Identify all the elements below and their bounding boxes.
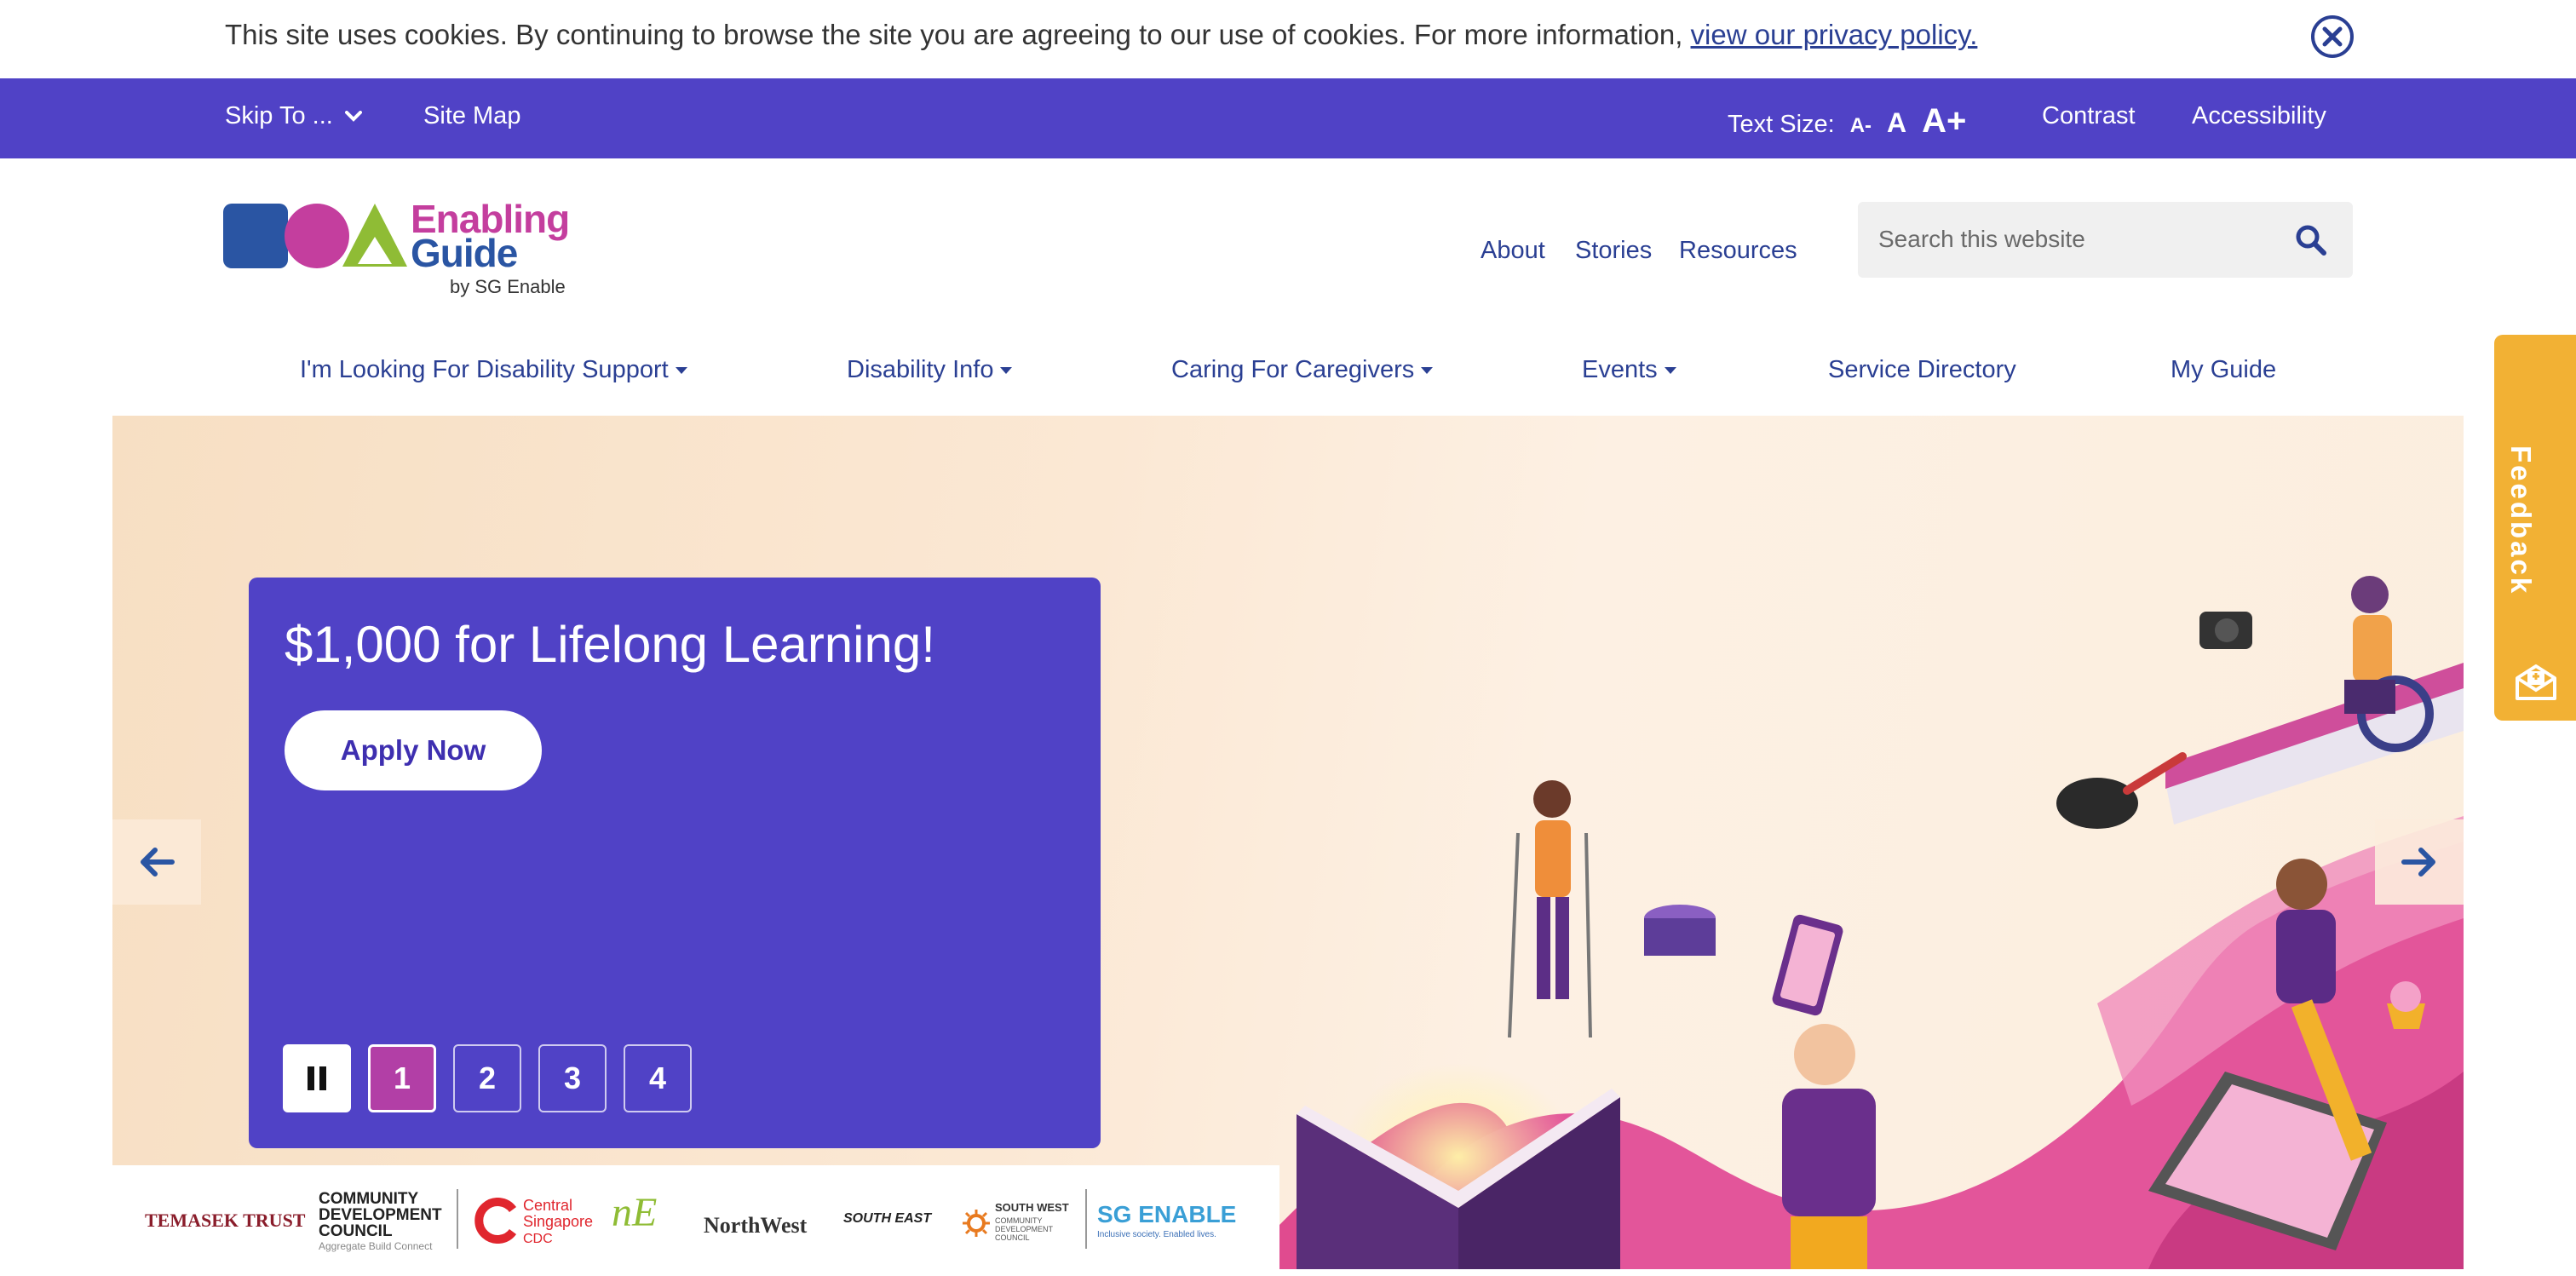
south-west-cdc-subtext: COMMUNITY DEVELOPMENT COUNCIL bbox=[995, 1216, 1053, 1242]
mainnav-service-directory[interactable]: Service Directory bbox=[1828, 356, 2016, 384]
enabling-guide-logo[interactable]: Enabling Guide by SG Enable bbox=[223, 197, 572, 302]
logo-circle-shape bbox=[285, 204, 349, 268]
contrast-link[interactable]: Contrast bbox=[2042, 102, 2136, 130]
text-size-medium-button[interactable]: A bbox=[1887, 107, 1906, 139]
carousel-page-4[interactable]: 4 bbox=[624, 1044, 692, 1112]
carousel-page-1[interactable]: 1 bbox=[368, 1044, 436, 1112]
carousel-page-2[interactable]: 2 bbox=[453, 1044, 521, 1112]
hero-title: $1,000 for Lifelong Learning! bbox=[285, 616, 935, 673]
mainnav-label: My Guide bbox=[2171, 356, 2277, 383]
caret-down-icon bbox=[1664, 366, 1676, 374]
nav-resources[interactable]: Resources bbox=[1679, 237, 1797, 265]
north-west-cdc-logo: NorthWest bbox=[704, 1213, 808, 1238]
caret-down-icon bbox=[1000, 366, 1013, 374]
temasek-trust-logo: TEMASEK TRUST bbox=[145, 1210, 306, 1231]
logo-triangle-inner bbox=[358, 237, 392, 264]
mainnav-label: I'm Looking For Disability Support bbox=[300, 356, 669, 383]
search-input[interactable] bbox=[1878, 221, 2287, 258]
hero-carousel: $1,000 for Lifelong Learning! Apply Now … bbox=[112, 416, 2464, 1269]
site-map-link[interactable]: Site Map bbox=[423, 102, 520, 130]
text-size-label: Text Size: bbox=[1728, 111, 1835, 138]
nav-about[interactable]: About bbox=[1481, 237, 1545, 265]
carousel-page-3[interactable]: 3 bbox=[538, 1044, 607, 1112]
south-west-cdc-text: SOUTH WEST bbox=[995, 1201, 1069, 1214]
feedback-tab[interactable]: Feedback bbox=[2494, 335, 2576, 721]
mainnav-label: Disability Info bbox=[847, 356, 994, 383]
accessibility-link[interactable]: Accessibility bbox=[2192, 102, 2326, 130]
pause-icon bbox=[308, 1066, 314, 1090]
caret-down-icon bbox=[1421, 366, 1434, 374]
carousel-pagination: 1 2 3 4 bbox=[283, 1044, 692, 1112]
skip-to-label: Skip To ... bbox=[225, 102, 333, 129]
south-west-cdc-emblem bbox=[961, 1208, 992, 1243]
mainnav-my-guide[interactable]: My Guide bbox=[2171, 356, 2276, 384]
search-button[interactable] bbox=[2290, 219, 2332, 262]
sun-icon bbox=[963, 1210, 990, 1237]
north-east-cdc-logo: nE bbox=[612, 1190, 658, 1235]
logo-word-guide: Guide bbox=[411, 231, 518, 275]
arrow-left-icon bbox=[141, 848, 175, 877]
cookie-banner: This site uses cookies. By continuing to… bbox=[0, 0, 2576, 78]
mainnav-events[interactable]: Events bbox=[1582, 356, 1676, 384]
pause-icon bbox=[319, 1066, 326, 1090]
cdc-logo-text: COMMUNITY DEVELOPMENT COUNCIL bbox=[319, 1190, 442, 1240]
search-icon bbox=[2296, 225, 2326, 256]
cdc-tagline: Aggregate Build Connect bbox=[319, 1240, 433, 1252]
mainnav-label: Events bbox=[1582, 356, 1658, 383]
mainnav-caring-for-caregivers[interactable]: Caring For Caregivers bbox=[1171, 356, 1434, 384]
close-cookie-button[interactable] bbox=[2311, 15, 2354, 58]
partner-divider bbox=[457, 1189, 458, 1249]
text-size-large-button[interactable]: A+ bbox=[1922, 102, 1966, 141]
skip-to-dropdown[interactable]: Skip To ... bbox=[225, 102, 362, 130]
mainnav-disability-info[interactable]: Disability Info bbox=[847, 356, 1013, 384]
close-icon bbox=[2322, 26, 2343, 47]
caret-down-icon bbox=[675, 366, 687, 374]
carousel-prev-button[interactable] bbox=[112, 819, 201, 905]
central-cdc-text: CDC bbox=[523, 1232, 553, 1246]
text-size-small-button[interactable]: A- bbox=[1850, 114, 1872, 138]
partner-logos-strip: TEMASEK TRUST COMMUNITY DEVELOPMENT COUN… bbox=[112, 1165, 1279, 1269]
site-header: Enabling Guide by SG Enable About Storie… bbox=[0, 158, 2576, 416]
utility-bar: Skip To ... Site Map Text Size: A- A A+ … bbox=[0, 78, 2576, 158]
south-east-cdc-logo: SOUTH EAST bbox=[843, 1211, 932, 1226]
central-singapore-text: Central Singapore bbox=[523, 1197, 594, 1230]
arrow-right-icon bbox=[2401, 848, 2435, 877]
search-box bbox=[1858, 202, 2353, 278]
feedback-label: Feedback bbox=[2505, 445, 2537, 596]
mainnav-disability-support[interactable]: I'm Looking For Disability Support bbox=[300, 356, 687, 384]
apply-now-button[interactable]: Apply Now bbox=[285, 710, 542, 790]
chevron-down-icon bbox=[344, 110, 362, 122]
mainnav-label: Service Directory bbox=[1828, 356, 2016, 383]
mainnav-label: Caring For Caregivers bbox=[1171, 356, 1415, 383]
hero-slide-panel: $1,000 for Lifelong Learning! Apply Now … bbox=[249, 578, 1101, 1148]
cookie-text: This site uses cookies. By continuing to… bbox=[225, 19, 1691, 50]
sg-enable-tagline: Inclusive society. Enabled lives. bbox=[1097, 1230, 1216, 1239]
central-cdc-emblem-icon bbox=[474, 1198, 517, 1244]
carousel-next-button[interactable] bbox=[2375, 819, 2464, 905]
pause-button[interactable] bbox=[283, 1044, 351, 1112]
cdc-logo: COMMUNITY DEVELOPMENT COUNCIL bbox=[319, 1191, 446, 1239]
central-singapore-cdc-logo bbox=[474, 1198, 520, 1244]
partner-divider bbox=[1085, 1189, 1087, 1249]
feedback-envelope-icon bbox=[2516, 664, 2556, 700]
logo-square-shape bbox=[223, 204, 288, 268]
sg-enable-logo: SG ENABLE bbox=[1097, 1201, 1237, 1227]
text-size-controls: Text Size: A- A A+ bbox=[1728, 102, 1966, 141]
hero-illustration bbox=[1279, 576, 2464, 1269]
nav-stories[interactable]: Stories bbox=[1575, 237, 1652, 265]
privacy-policy-link[interactable]: view our privacy policy. bbox=[1691, 19, 1978, 50]
logo-tagline: by SG Enable bbox=[450, 276, 566, 297]
cookie-message: This site uses cookies. By continuing to… bbox=[225, 19, 1977, 51]
